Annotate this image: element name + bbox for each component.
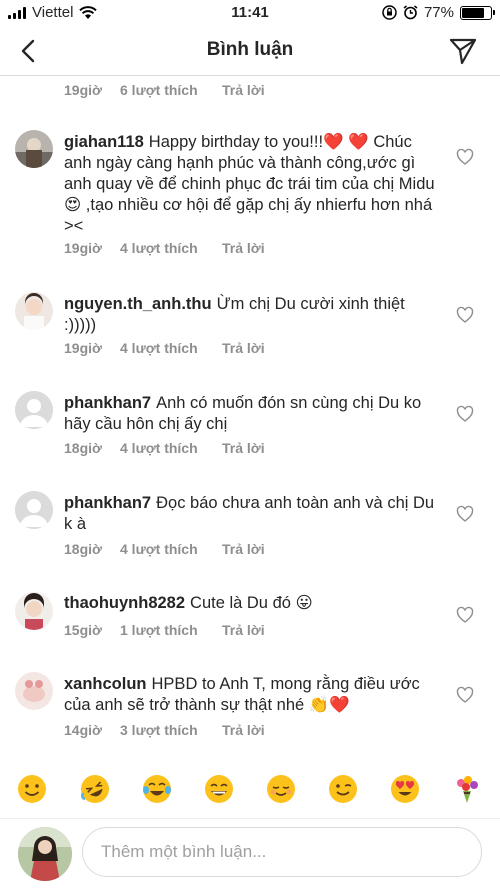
comment-likes[interactable]: 4 lượt thích	[120, 240, 222, 256]
comment-time: 18giờ	[64, 440, 102, 456]
comment-username[interactable]: phankhan7	[64, 394, 151, 412]
paper-plane-icon	[449, 38, 477, 65]
bouquet-icon	[457, 776, 478, 803]
comment-likes[interactable]: 1 lượt thích	[120, 622, 222, 638]
avatar[interactable]	[15, 130, 53, 168]
comment-time: 19giờ	[64, 82, 102, 98]
comment-username[interactable]: nguyen.th_anh.thu	[64, 295, 212, 313]
comment-input[interactable]	[82, 827, 482, 877]
comment-time: 18giờ	[64, 541, 102, 557]
orientation-lock-icon	[382, 5, 397, 20]
my-avatar[interactable]	[18, 827, 72, 881]
winking-face-icon	[329, 775, 357, 803]
share-button[interactable]	[448, 36, 478, 66]
battery-fill	[462, 7, 484, 18]
comment-username[interactable]: xanhcolun	[64, 675, 147, 693]
reply-button[interactable]: Trả lời	[222, 340, 265, 356]
comment-likes[interactable]: 3 lượt thích	[120, 722, 222, 738]
comment-meta: 19giờ 6 lượt thích Trả lời	[64, 82, 265, 98]
comment-composer	[0, 818, 500, 889]
heart-outline-icon	[456, 405, 474, 422]
comment-text: Cute là Du đó 😛	[190, 594, 313, 612]
emoji-smile-button[interactable]	[16, 773, 48, 805]
relaxed-face-icon	[267, 775, 295, 803]
comment-likes[interactable]: 4 lượt thích	[120, 541, 222, 557]
comment-meta: 15giờ 1 lượt thích Trả lời	[64, 622, 265, 638]
emoji-joy-button[interactable]	[141, 773, 173, 805]
comment-time: 14giờ	[64, 722, 102, 738]
comment-meta: 19giờ 4 lượt thích Trả lời	[64, 340, 265, 356]
battery-percent: 77%	[423, 4, 454, 21]
emoji-rofl-button[interactable]	[79, 773, 111, 805]
comment-body: nguyen.th_anh.thu Ừm chị Du cười xinh thi…	[64, 294, 439, 336]
avatar-image	[15, 130, 53, 168]
comment-meta: 14giờ 3 lượt thích Trả lời	[64, 722, 265, 738]
emoji-grin-button[interactable]	[203, 773, 235, 805]
heart-outline-icon	[456, 148, 474, 165]
reply-button[interactable]: Trả lời	[222, 82, 265, 98]
avatar-image	[15, 672, 53, 710]
reply-button[interactable]: Trả lời	[222, 622, 265, 638]
avatar[interactable]	[15, 672, 53, 710]
like-button[interactable]	[456, 606, 474, 624]
rofl-face-icon	[81, 775, 109, 803]
reply-button[interactable]: Trả lời	[222, 440, 265, 456]
emoji-bouquet-button[interactable]	[451, 773, 483, 805]
comment-body: phankhan7 Đọc báo chưa anh toàn anh và ch…	[64, 493, 439, 535]
like-button[interactable]	[456, 148, 474, 166]
avatar-image	[15, 292, 53, 330]
default-avatar-icon	[15, 491, 53, 529]
reply-button[interactable]: Trả lời	[222, 722, 265, 738]
header: Bình luận	[0, 26, 500, 76]
comment-body: giahan118 Happy birthday to you!!!❤️ ❤️ C…	[64, 132, 439, 237]
smiling-face-icon	[18, 775, 46, 803]
heart-outline-icon	[456, 686, 474, 703]
comment-meta: 18giờ 4 lượt thích Trả lời	[64, 541, 265, 557]
comment-meta: 18giờ 4 lượt thích Trả lời	[64, 440, 265, 456]
comment-likes[interactable]: 4 lượt thích	[120, 340, 222, 356]
status-right: 77%	[382, 4, 495, 21]
grinning-face-icon	[205, 775, 233, 803]
heart-eyes-icon	[391, 775, 419, 803]
avatar[interactable]	[15, 391, 53, 429]
comment-username[interactable]: thaohuynh8282	[64, 594, 185, 612]
like-button[interactable]	[456, 405, 474, 423]
comment-username[interactable]: phankhan7	[64, 494, 151, 512]
avatar[interactable]	[15, 491, 53, 529]
avatar[interactable]	[15, 592, 53, 630]
tears-of-joy-icon	[143, 775, 171, 803]
avatar[interactable]	[15, 292, 53, 330]
comment-likes[interactable]: 4 lượt thích	[120, 440, 222, 456]
comment-likes[interactable]: 6 lượt thích	[120, 82, 222, 98]
like-button[interactable]	[456, 306, 474, 324]
heart-outline-icon	[456, 505, 474, 522]
comment-username[interactable]: giahan118	[64, 133, 144, 151]
comment-body: xanhcolun HPBD to Anh T, mong rằng điều ư…	[64, 674, 439, 716]
comment-time: 15giờ	[64, 622, 102, 638]
status-bar: Viettel 11:41 77%	[0, 0, 500, 26]
emoji-bar	[0, 767, 500, 813]
comment-time: 19giờ	[64, 340, 102, 356]
reply-button[interactable]: Trả lời	[222, 541, 265, 557]
comment-time: 19giờ	[64, 240, 102, 256]
heart-outline-icon	[456, 606, 474, 623]
like-button[interactable]	[456, 505, 474, 523]
like-button[interactable]	[456, 686, 474, 704]
comment-meta: 19giờ 4 lượt thích Trả lời	[64, 240, 265, 256]
alarm-icon	[403, 5, 418, 20]
comment-body: phankhan7 Anh có muốn đón sn cùng chị Du …	[64, 393, 439, 435]
emoji-wink-button[interactable]	[327, 773, 359, 805]
avatar-image	[15, 592, 53, 630]
reply-button[interactable]: Trả lời	[222, 240, 265, 256]
battery-icon	[460, 5, 495, 20]
avatar-image	[18, 827, 72, 881]
default-avatar-icon	[15, 391, 53, 429]
emoji-heart-eyes-button[interactable]	[389, 773, 421, 805]
page-title: Bình luận	[206, 39, 294, 60]
emoji-relaxed-button[interactable]	[265, 773, 297, 805]
comment-body: thaohuynh8282 Cute là Du đó 😛	[64, 593, 439, 614]
heart-outline-icon	[456, 306, 474, 323]
